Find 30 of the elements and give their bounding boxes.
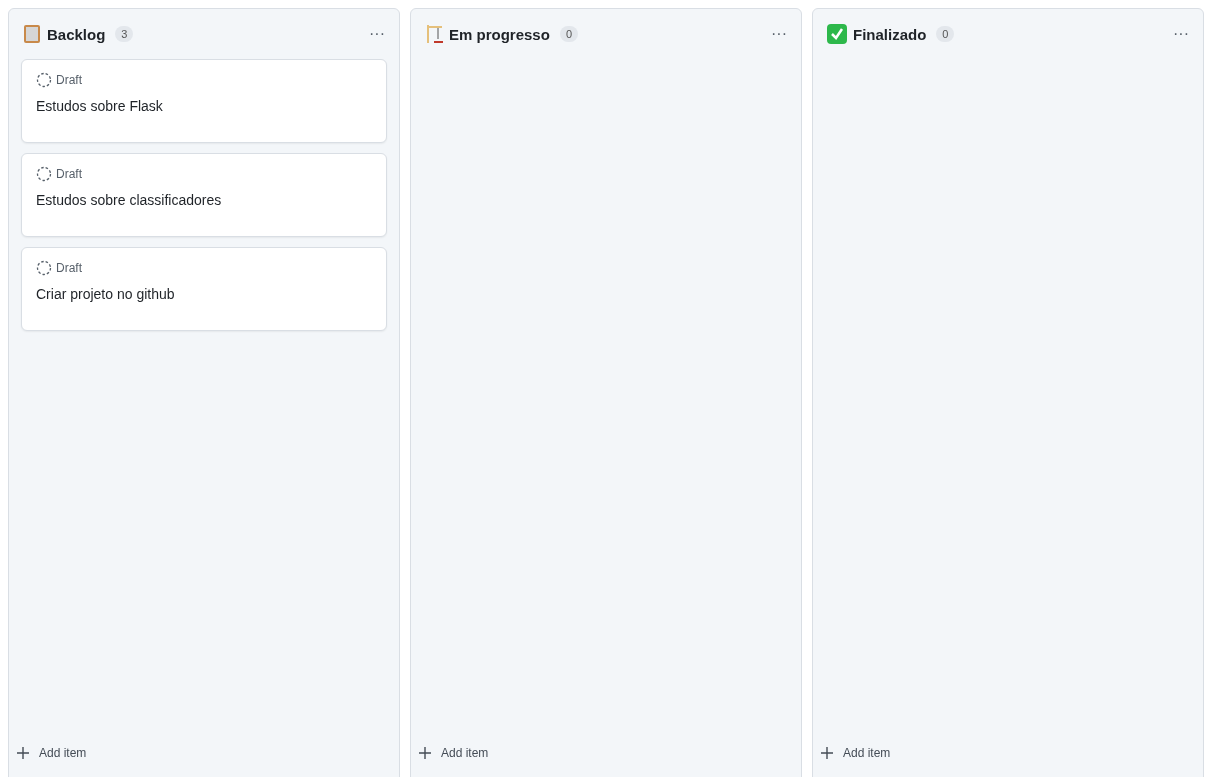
more-options-button[interactable]: ···: [1169, 25, 1193, 43]
card-title: Estudos sobre classificadores: [36, 192, 223, 208]
card-title: Estudos sobre Flask: [36, 98, 164, 114]
item-card[interactable]: Draft Estudos sobre classificadores: [21, 153, 387, 237]
draft-icon: [36, 260, 52, 276]
item-count: 3: [115, 26, 134, 42]
add-item-button[interactable]: Add item: [9, 743, 95, 763]
check-icon: [827, 24, 847, 44]
column-title: Backlog: [47, 25, 106, 43]
add-item-button[interactable]: Add item: [813, 743, 899, 763]
status-label: Draft: [56, 73, 82, 87]
draft-icon: [36, 72, 52, 88]
status-label: Draft: [56, 261, 82, 275]
draft-icon: [36, 166, 52, 182]
clipboard-icon: [23, 24, 41, 44]
more-options-button[interactable]: ···: [365, 25, 389, 43]
column-title: Finalizado: [853, 25, 927, 43]
crane-icon: [425, 24, 443, 44]
plus-icon: [821, 747, 833, 759]
plus-icon: [17, 747, 29, 759]
add-item-button[interactable]: Add item: [411, 743, 497, 763]
more-options-button[interactable]: ···: [767, 25, 791, 43]
item-card[interactable]: Draft Criar projeto no github: [21, 247, 387, 331]
item-count: 0: [559, 26, 578, 42]
item-card[interactable]: Draft Estudos sobre Flask: [21, 59, 387, 143]
column-title: Em progresso: [449, 25, 550, 43]
plus-icon: [419, 747, 431, 759]
item-count: 0: [936, 26, 955, 42]
status-label: Draft: [56, 167, 82, 181]
card-title: Criar projeto no github: [36, 286, 176, 302]
